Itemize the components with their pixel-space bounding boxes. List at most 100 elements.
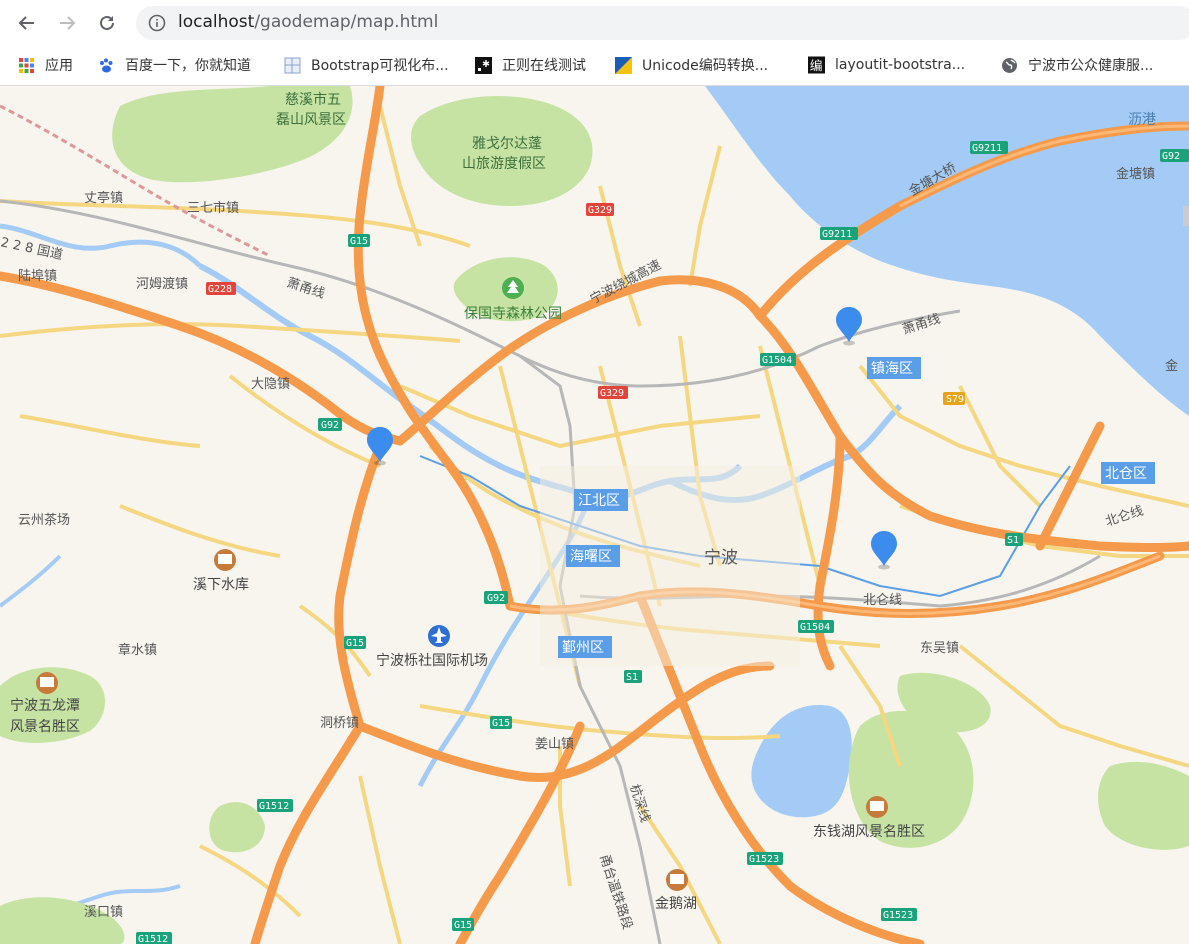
label-xixia: 溪下水库	[193, 577, 249, 593]
url-host: localhost	[178, 12, 255, 32]
svg-text:S1: S1	[1007, 535, 1019, 546]
district-label: 海曙区	[570, 549, 612, 565]
label-baoguo: 保国寺森林公园	[464, 306, 562, 322]
shield-g92-edge: G92	[1160, 149, 1189, 162]
svg-text:G15: G15	[346, 638, 364, 649]
label-wulongtan-2: 风景名胜区	[10, 719, 80, 735]
park-tree-icon	[502, 277, 524, 299]
label-yunzhou: 云州茶场	[18, 512, 70, 528]
label-ningbo: 宁波	[704, 548, 738, 568]
browser-chrome: localhost/gaodemap/map.html 应用 百度一下，你就知道	[0, 0, 1189, 86]
shield-g92-2: G92	[484, 591, 508, 604]
label-xikou: 溪口镇	[84, 905, 123, 920]
label-luyan: 陆埠镇	[18, 268, 57, 284]
url-text[interactable]: localhost/gaodemap/map.html	[178, 12, 438, 32]
district-yinzhou[interactable]: 鄞州区	[558, 636, 612, 658]
bookmark-baidu[interactable]: 百度一下，你就知道	[98, 54, 251, 76]
bookmark-regex[interactable]: 正则在线测试	[475, 54, 586, 76]
bookmark-ningbo-health[interactable]: 宁波市公众健康服...	[1001, 54, 1153, 76]
bookmark-label: Bootstrap可视化布...	[311, 58, 449, 74]
url-path: /gaodemap/map.html	[254, 12, 439, 32]
bookmark-label: 正则在线测试	[502, 58, 586, 74]
svg-text:S1: S1	[626, 672, 638, 683]
svg-text:G9211: G9211	[972, 143, 1002, 154]
bian-char-icon: 编	[808, 56, 825, 74]
forward-arrow-icon	[60, 16, 76, 30]
label-airport: 宁波栎社国际机场	[376, 652, 488, 669]
svg-text:G1523: G1523	[749, 854, 779, 865]
bookmark-layoutit[interactable]: 编 layoutit-bootstra...	[808, 54, 965, 76]
shield-s79: S79	[943, 392, 965, 405]
label-yage-1: 雅戈尔达蓬	[472, 136, 542, 152]
bookmark-apps[interactable]: 应用	[18, 54, 73, 76]
svg-text:G1504: G1504	[762, 355, 792, 366]
shield-g92-1: G92	[318, 418, 342, 431]
bookmark-bootstrap[interactable]: Bootstrap可视化布...	[284, 54, 449, 76]
shield-g9211-1: G9211	[820, 227, 858, 240]
label-hemudu: 河姆渡镇	[136, 276, 188, 292]
shield-g1504-2: G1504	[798, 620, 834, 633]
svg-text:G15: G15	[350, 236, 368, 247]
bookmark-label: Unicode编码转换...	[642, 58, 769, 74]
navigation-bar: localhost/gaodemap/map.html	[0, 0, 1189, 46]
shield-g1523-1: G1523	[747, 852, 783, 865]
svg-text:编: 编	[810, 59, 823, 74]
shield-g329-1: G329	[586, 203, 614, 216]
label-wulongtan-1: 宁波五龙潭	[10, 697, 80, 714]
reservoir-icon	[214, 549, 236, 571]
bookmark-label: 宁波市公众健康服...	[1028, 58, 1154, 74]
map-container[interactable]: 慈溪市五 磊山风景区 雅戈尔达蓬 山旅游度假区 丈亭镇 三七市镇 2 2 8 国…	[0, 86, 1189, 944]
label-ligang: 沥港	[1128, 112, 1156, 128]
shield-g15-1: G15	[348, 234, 370, 247]
bookmark-label: layoutit-bootstra...	[835, 57, 966, 73]
shield-g1512-1: G1512	[257, 799, 293, 812]
back-arrow-icon	[18, 16, 34, 30]
globe-icon	[1001, 57, 1018, 74]
label-dayin: 大隐镇	[251, 377, 290, 392]
svg-text:G1512: G1512	[138, 934, 168, 944]
label-zhangshui: 章水镇	[118, 642, 157, 658]
shield-g329-2: G329	[598, 386, 628, 399]
scenic-icon	[36, 672, 58, 694]
svg-text:G92: G92	[1162, 151, 1180, 162]
label-zhangting: 丈亭镇	[84, 190, 123, 206]
label-dongqiao: 洞桥镇	[320, 716, 359, 731]
bookmark-label: 应用	[45, 58, 73, 74]
dongqian-scenic-icon	[866, 796, 888, 818]
district-label: 镇海区	[871, 361, 913, 377]
shield-g1504-1: G1504	[760, 353, 796, 366]
back-button[interactable]	[12, 8, 42, 38]
district-zhenhai[interactable]: 镇海区	[867, 357, 921, 379]
bookmark-label: 百度一下，你就知道	[125, 58, 251, 74]
district-haishu[interactable]: 海曙区	[566, 545, 620, 567]
jine-scenic-icon	[666, 869, 688, 891]
shield-s1-1: S1	[1005, 533, 1023, 546]
district-jiangbei[interactable]: 江北区	[574, 489, 628, 511]
unicode-icon	[615, 56, 632, 74]
label-jine: 金鹅湖	[655, 895, 697, 912]
svg-text:G1523: G1523	[883, 910, 913, 921]
label-jiangshan: 姜山镇	[535, 737, 574, 752]
label-cixi: 慈溪市五	[285, 91, 341, 108]
map-control-edge[interactable]	[1183, 206, 1189, 226]
baidu-paw-icon	[98, 57, 115, 74]
svg-text:G1512: G1512	[259, 801, 289, 812]
shield-g228: G228	[206, 282, 236, 295]
district-beilun[interactable]: 北仓区	[1101, 462, 1155, 484]
svg-text:G329: G329	[588, 205, 612, 216]
apps-grid-icon	[18, 57, 35, 74]
district-label: 鄞州区	[562, 640, 604, 656]
label-yage-2: 山旅游度假区	[462, 156, 546, 172]
district-label: 江北区	[578, 493, 620, 509]
reload-button[interactable]	[92, 8, 122, 38]
address-bar[interactable]: localhost/gaodemap/map.html	[136, 6, 1189, 40]
svg-text:G92: G92	[321, 420, 339, 431]
forward-button[interactable]	[52, 8, 82, 38]
svg-text:G329: G329	[600, 388, 624, 399]
bookmark-unicode[interactable]: Unicode编码转换...	[615, 54, 768, 76]
map-canvas[interactable]: 慈溪市五 磊山风景区 雅戈尔达蓬 山旅游度假区 丈亭镇 三七市镇 2 2 8 国…	[0, 86, 1189, 944]
shield-g15-4: G15	[452, 918, 474, 931]
info-icon[interactable]	[148, 14, 166, 32]
label-dongqian: 东钱湖风景名胜区	[813, 824, 925, 840]
svg-text:G15: G15	[492, 718, 510, 729]
